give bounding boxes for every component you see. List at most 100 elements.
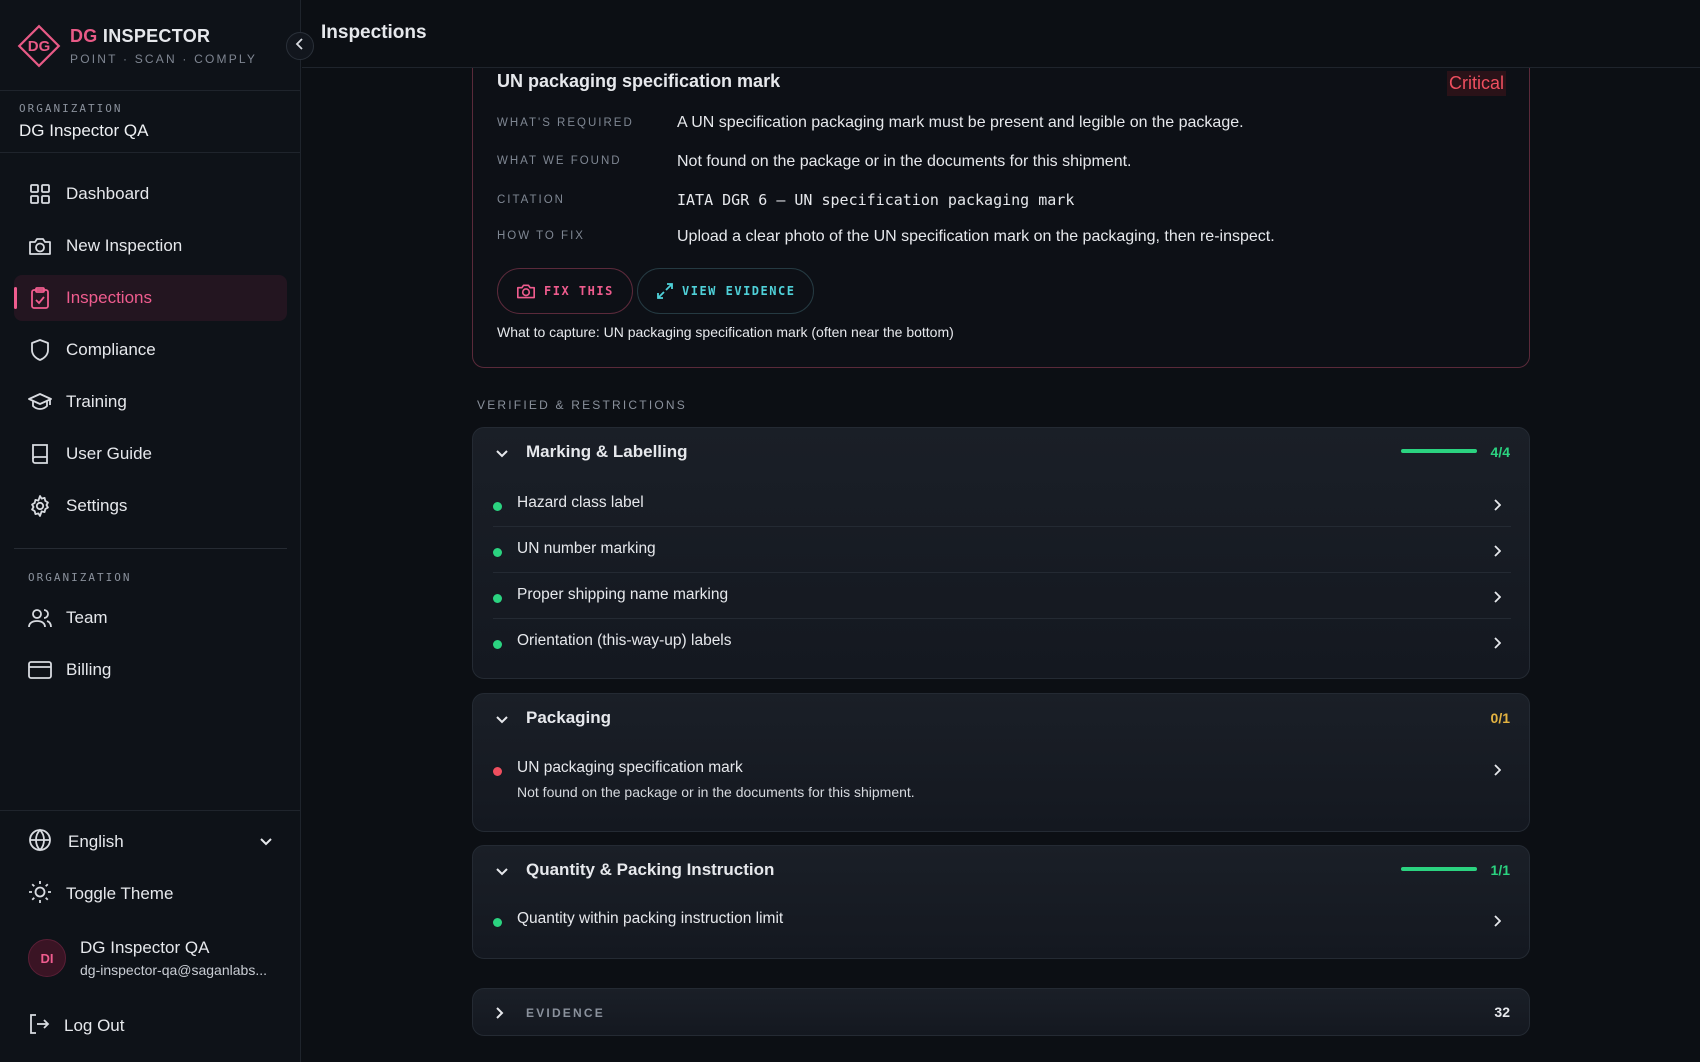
- toggle-theme-button[interactable]: Toggle Theme: [28, 880, 173, 908]
- check-label: Quantity within packing instruction limi…: [517, 910, 784, 927]
- group-count: 4/4: [1490, 444, 1510, 460]
- found-value: Not found on the package or in the docum…: [677, 153, 1132, 170]
- nav-billing[interactable]: Billing: [14, 647, 287, 693]
- user-name: DG Inspector QA: [80, 938, 210, 957]
- group-count: 0/1: [1490, 710, 1510, 726]
- sidebar: DG DG INSPECTOR POINT · SCAN · COMPLY OR…: [0, 0, 301, 1062]
- evidence-toggle[interactable]: EVIDENCE 32: [472, 988, 1530, 1036]
- how-to-fix-value: Upload a clear photo of the UN specifica…: [677, 228, 1275, 245]
- severity-badge: Critical: [1446, 71, 1506, 96]
- chevron-right-icon: [1493, 763, 1502, 781]
- nav-user-guide[interactable]: User Guide: [14, 431, 287, 477]
- clipboard-icon: [28, 286, 52, 310]
- nav-inspections[interactable]: Inspections: [14, 275, 287, 321]
- nav-label: Settings: [66, 496, 128, 515]
- nav-settings[interactable]: Settings: [14, 483, 287, 529]
- user-email: dg-inspector-qa@saganlabs...: [80, 962, 267, 978]
- status-dot: [493, 502, 502, 511]
- chevron-down-icon: [495, 864, 509, 882]
- group-title: Marking & Labelling: [526, 442, 688, 461]
- check-item[interactable]: Hazard class label: [493, 494, 1513, 520]
- shield-icon: [28, 338, 52, 362]
- org-caption: ORGANIZATION: [19, 102, 123, 115]
- nav-new-inspection[interactable]: New Inspection: [14, 223, 287, 269]
- chevron-down-icon: [259, 832, 273, 852]
- status-dot: [493, 594, 502, 603]
- nav-label: Dashboard: [66, 184, 150, 203]
- logout-icon: [28, 1013, 50, 1040]
- view-evidence-button[interactable]: VIEW EVIDENCE: [637, 268, 815, 314]
- status-dot: [493, 548, 502, 557]
- chevron-right-icon: [1493, 636, 1502, 654]
- chevron-left-icon: [295, 37, 305, 55]
- org-name: DG Inspector QA: [19, 121, 149, 140]
- status-dot: [493, 918, 502, 927]
- citation-value: IATA DGR 6 — UN specification packaging …: [677, 191, 1075, 209]
- nav-team[interactable]: Team: [14, 595, 287, 641]
- chevron-down-icon: [495, 446, 509, 464]
- how-to-fix-label: HOW TO FIX: [497, 230, 585, 242]
- check-label: Hazard class label: [517, 494, 644, 511]
- brand-name-rest: INSPECTOR: [97, 26, 211, 46]
- fix-this-button[interactable]: FIX THIS: [497, 268, 633, 314]
- logout-button[interactable]: Log Out: [28, 1012, 125, 1040]
- page-title: Inspections: [321, 22, 427, 43]
- language-select[interactable]: English: [28, 828, 273, 856]
- group-header[interactable]: Marking & Labelling 4/4: [473, 428, 1529, 478]
- group-packaging: Packaging 0/1 UN packaging specification…: [472, 693, 1530, 832]
- check-item[interactable]: UN number marking: [493, 540, 1513, 566]
- citation-label: CITATION: [497, 194, 565, 206]
- expand-icon: [656, 282, 674, 300]
- language-label: English: [68, 832, 124, 851]
- brand-name-accent: DG: [70, 26, 98, 46]
- book-icon: [28, 442, 52, 466]
- group-count: 1/1: [1490, 862, 1510, 878]
- logout-label: Log Out: [64, 1016, 125, 1035]
- check-item[interactable]: UN packaging specification mark Not foun…: [493, 759, 1513, 809]
- logo-text: DG: [27, 37, 51, 55]
- nav-label: Inspections: [66, 288, 152, 307]
- toggle-theme-label: Toggle Theme: [66, 884, 174, 903]
- status-dot: [493, 767, 502, 776]
- camera-icon: [516, 282, 536, 300]
- divider: [493, 618, 1511, 619]
- nav-compliance[interactable]: Compliance: [14, 327, 287, 373]
- issue-title: UN packaging specification mark: [497, 71, 781, 91]
- nav-label: Billing: [66, 660, 112, 679]
- check-item[interactable]: Proper shipping name marking: [493, 586, 1513, 612]
- divider: [493, 526, 1511, 527]
- sun-icon: [28, 880, 52, 909]
- camera-icon: [28, 234, 52, 258]
- check-label: UN packaging specification mark: [517, 759, 743, 776]
- group-header[interactable]: Quantity & Packing Instruction 1/1: [473, 846, 1529, 896]
- globe-icon: [28, 828, 52, 857]
- group-header[interactable]: Packaging 0/1: [473, 694, 1529, 744]
- nav-divider: [14, 548, 287, 549]
- check-detail: Not found on the package or in the docum…: [517, 784, 915, 800]
- group-marking-labelling: Marking & Labelling 4/4 Hazard class lab…: [472, 427, 1530, 679]
- check-item[interactable]: Quantity within packing instruction limi…: [493, 910, 1513, 936]
- divider: [0, 90, 301, 91]
- chevron-right-icon: [495, 1006, 505, 1025]
- graduation-cap-icon: [28, 390, 52, 414]
- collapse-sidebar-button[interactable]: [286, 32, 314, 60]
- brand[interactable]: DG DG INSPECTOR POINT · SCAN · COMPLY: [12, 18, 257, 74]
- user-profile[interactable]: DI DG Inspector QA dg-inspector-qa@sagan…: [28, 938, 267, 978]
- progress-fill: [1401, 867, 1477, 871]
- logo: DG: [12, 19, 66, 73]
- nav-label: Team: [66, 608, 108, 627]
- check-item[interactable]: Orientation (this-way-up) labels: [493, 632, 1513, 658]
- nav-dashboard[interactable]: Dashboard: [14, 171, 287, 217]
- group-title: Quantity & Packing Instruction: [526, 860, 775, 879]
- nav-training[interactable]: Training: [14, 379, 287, 425]
- check-label: Orientation (this-way-up) labels: [517, 632, 732, 649]
- nav-org-caption: ORGANIZATION: [28, 571, 132, 584]
- top-bar: Inspections: [302, 0, 1700, 68]
- status-dot: [493, 640, 502, 649]
- divider: [0, 152, 301, 153]
- chevron-right-icon: [1493, 590, 1502, 608]
- chevron-right-icon: [1493, 544, 1502, 562]
- issue-card: UN packaging specification mark Critical…: [472, 40, 1530, 368]
- divider: [493, 572, 1511, 573]
- nav-label: Training: [66, 392, 127, 411]
